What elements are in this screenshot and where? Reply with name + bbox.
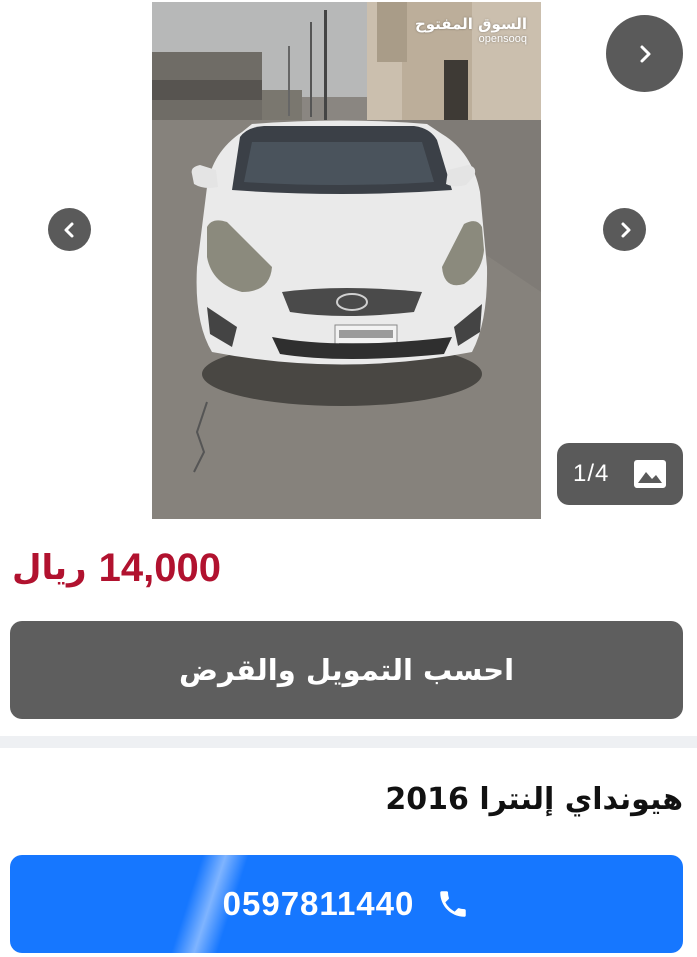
finance-calculator-label: احسب التمويل والقرض: [178, 653, 515, 687]
image-counter-text: 1/4: [573, 460, 610, 487]
chevron-left-icon: [64, 222, 73, 237]
previous-image-button[interactable]: [48, 208, 91, 251]
next-image-button-top[interactable]: [606, 15, 683, 92]
image-counter-badge[interactable]: 1/4: [557, 443, 683, 505]
call-button-content: 0597811440: [10, 855, 683, 953]
watermark-arabic: السوق المفتوح: [414, 15, 527, 33]
price-value: 14,000: [98, 545, 221, 590]
image-icon: [634, 460, 666, 488]
listing-title: هيونداي إلنترا 2016: [385, 781, 683, 817]
listing-page: السوق المفتوح opensooq 1/4 14,000 ريال ا…: [0, 0, 697, 957]
watermark-english: opensooq: [478, 32, 527, 45]
phone-number: 0597811440: [222, 885, 415, 922]
call-seller-button[interactable]: 0597811440: [10, 855, 683, 953]
phone-icon: [440, 891, 467, 917]
price: 14,000 ريال: [12, 538, 221, 598]
chevron-right-icon: [621, 222, 630, 237]
price-currency: ريال: [12, 548, 87, 588]
opensooq-watermark: السوق المفتوح opensooq: [415, 16, 527, 45]
section-divider: [0, 736, 697, 748]
next-image-button[interactable]: [603, 208, 646, 251]
car-photo-illustration: [152, 2, 541, 519]
finance-calculator-button[interactable]: احسب التمويل والقرض: [10, 621, 683, 719]
image-gallery: السوق المفتوح opensooq 1/4: [0, 0, 697, 522]
listing-photo[interactable]: السوق المفتوح opensooq: [152, 2, 541, 519]
chevron-right-icon: [640, 45, 650, 62]
